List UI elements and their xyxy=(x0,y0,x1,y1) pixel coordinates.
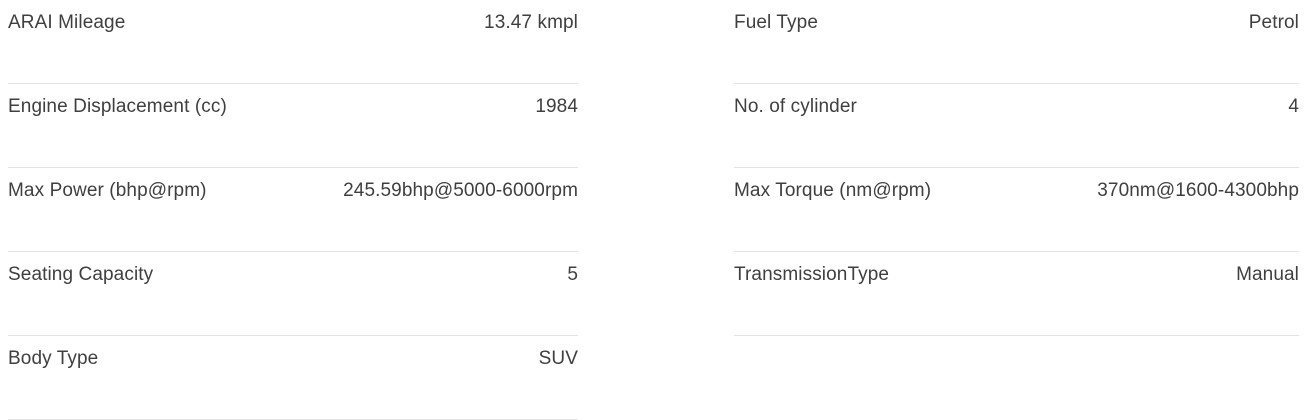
specs-column-left: ARAI Mileage 13.47 kmpl Engine Displacem… xyxy=(8,0,578,420)
spec-value: 245.59bhp@5000-6000rpm xyxy=(343,180,578,201)
spec-value: SUV xyxy=(538,348,578,369)
spec-row-max-torque: Max Torque (nm@rpm) 370nm@1600-4300bhp xyxy=(734,168,1299,252)
spec-row-transmission-type: TransmissionType Manual xyxy=(734,252,1299,336)
spec-value: Manual xyxy=(1236,264,1299,285)
spec-row-seating-capacity: Seating Capacity 5 xyxy=(8,252,578,336)
spec-label: Body Type xyxy=(8,348,99,369)
spec-value: 1984 xyxy=(535,96,578,117)
spec-label: Seating Capacity xyxy=(8,264,154,285)
spec-row-engine-displacement: Engine Displacement (cc) 1984 xyxy=(8,84,578,168)
spec-value: Petrol xyxy=(1248,12,1299,33)
spec-value: 13.47 kmpl xyxy=(484,12,578,33)
spec-label: Max Power (bhp@rpm) xyxy=(8,180,207,201)
spec-value: 5 xyxy=(567,264,578,285)
spec-label: Fuel Type xyxy=(734,12,818,33)
spec-value: 4 xyxy=(1288,96,1299,117)
spec-label: Max Torque (nm@rpm) xyxy=(734,180,932,201)
spec-row-arai-mileage: ARAI Mileage 13.47 kmpl xyxy=(8,0,578,84)
spec-label: TransmissionType xyxy=(734,264,890,285)
key-specs-table: ARAI Mileage 13.47 kmpl Engine Displacem… xyxy=(0,0,1306,420)
spec-label: ARAI Mileage xyxy=(8,12,126,33)
spec-row-cylinders: No. of cylinder 4 xyxy=(734,84,1299,168)
spec-label: Engine Displacement (cc) xyxy=(8,96,227,117)
spec-row-fuel-type: Fuel Type Petrol xyxy=(734,0,1299,84)
specs-column-right: Fuel Type Petrol No. of cylinder 4 Max T… xyxy=(734,0,1299,336)
spec-value: 370nm@1600-4300bhp xyxy=(1097,180,1299,201)
spec-row-max-power: Max Power (bhp@rpm) 245.59bhp@5000-6000r… xyxy=(8,168,578,252)
spec-row-body-type: Body Type SUV xyxy=(8,336,578,420)
spec-label: No. of cylinder xyxy=(734,96,857,117)
